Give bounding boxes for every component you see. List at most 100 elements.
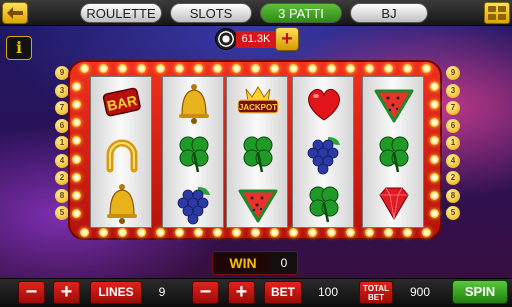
- reel-5: [362, 76, 424, 228]
- win-value: 0: [280, 256, 288, 270]
- marquee-bulb: [288, 227, 298, 237]
- payline-number: 9: [446, 66, 460, 80]
- tab-bj[interactable]: BJ: [350, 3, 428, 23]
- marquee-bulb: [307, 227, 317, 237]
- payline-number: 9: [55, 66, 69, 80]
- payline-number: 6: [446, 118, 460, 133]
- bet-value: 100: [317, 285, 339, 299]
- heart-icon: [298, 81, 350, 125]
- win-label: WIN: [216, 254, 270, 272]
- marquee-bulb: [79, 63, 89, 73]
- marquee-bulb: [231, 227, 241, 237]
- reel-4: [292, 76, 354, 228]
- marquee-bulb: [429, 172, 439, 182]
- lines-plus-button[interactable]: +: [53, 281, 80, 304]
- marquee-bulb: [429, 136, 439, 146]
- payline-number: 3: [55, 83, 69, 98]
- marquee-bulb: [79, 227, 89, 237]
- spin-button[interactable]: SPIN: [452, 280, 508, 304]
- total-bet-value: 900: [409, 285, 431, 299]
- lines-minus-button[interactable]: −: [18, 281, 45, 304]
- info-button[interactable]: i: [6, 36, 32, 60]
- total-bet-label-line1: TOTAL: [363, 284, 389, 293]
- marquee-bulb: [326, 227, 336, 237]
- clover-icon: [232, 131, 284, 175]
- bet-minus-button[interactable]: −: [192, 281, 219, 304]
- diamond-icon: [368, 181, 420, 225]
- marquee-bulb: [288, 63, 298, 73]
- marquee-bulb: [250, 63, 260, 73]
- reel-1: BAR: [90, 76, 152, 228]
- payline-numbers-right: 9 3 7 6 1 4 2 8 5: [446, 66, 460, 220]
- marquee-bulb: [71, 191, 81, 201]
- marquee-bulb: [402, 63, 412, 73]
- bell-icon: [96, 181, 148, 225]
- marquee-bulb: [383, 63, 393, 73]
- marquee-bulb: [212, 63, 222, 73]
- marquee-bulb: [71, 81, 81, 91]
- marquee-bulb: [421, 63, 431, 73]
- marquee-bulb: [383, 227, 393, 237]
- bet-label: BET: [264, 281, 302, 304]
- payline-number: 1: [446, 136, 460, 150]
- marquee-bulb: [269, 63, 279, 73]
- marquee-bulb: [71, 99, 81, 109]
- payline-number: 5: [446, 206, 460, 220]
- payline-number: 4: [55, 153, 69, 168]
- clover-icon: [368, 131, 420, 175]
- marquee-bulb: [231, 63, 241, 73]
- marquee-bulb: [269, 227, 279, 237]
- marquee-bulb: [429, 81, 439, 91]
- payline-number: 5: [55, 206, 69, 220]
- marquee-bulb: [98, 227, 108, 237]
- svg-text:JACKPOT: JACKPOT: [239, 103, 277, 112]
- payline-number: 2: [55, 171, 69, 185]
- marquee-bulb: [250, 227, 260, 237]
- marquee-bulb: [117, 63, 127, 73]
- lines-label: LINES: [90, 281, 142, 304]
- reel-3: JACKPOT: [226, 76, 288, 228]
- payline-number: 8: [55, 188, 69, 203]
- payline-number: 2: [446, 171, 460, 185]
- grapes-icon: [298, 131, 350, 175]
- balance-display: 61.3K: [236, 31, 276, 48]
- clover-icon: [168, 131, 220, 175]
- marquee-bulb: [193, 63, 203, 73]
- marquee-bulb: [136, 63, 146, 73]
- bet-plus-button[interactable]: +: [228, 281, 255, 304]
- chip-icon: [215, 28, 237, 50]
- marquee-bulb: [429, 154, 439, 164]
- total-bet-label-line2: BET: [368, 293, 384, 302]
- marquee-bulb: [429, 118, 439, 128]
- marquee-bulb: [345, 227, 355, 237]
- total-bet-label: TOTAL BET: [359, 281, 393, 304]
- marquee-bulb: [429, 99, 439, 109]
- back-button[interactable]: [2, 2, 28, 24]
- marquee-bulb: [155, 227, 165, 237]
- watermelon-icon: [232, 181, 284, 225]
- marquee-bulb: [136, 227, 146, 237]
- marquee-bulb: [155, 63, 165, 73]
- reel-frame: BAR JACKPOT: [68, 60, 442, 240]
- marquee-bulb: [193, 227, 203, 237]
- marquee-bulb: [71, 172, 81, 182]
- menu-grid-button[interactable]: [484, 2, 510, 24]
- marquee-bulb: [345, 63, 355, 73]
- marquee-bulb: [421, 227, 431, 237]
- bar-icon: BAR: [96, 81, 148, 125]
- payline-numbers-left: 9 3 7 6 1 4 2 8 5: [55, 66, 69, 220]
- payline-number: 4: [446, 153, 460, 168]
- tab-slots[interactable]: SLOTS: [170, 3, 252, 23]
- grapes-icon: [168, 181, 220, 225]
- marquee-bulb: [117, 227, 127, 237]
- jackpot-icon: JACKPOT: [232, 81, 284, 125]
- add-coins-button[interactable]: +: [275, 27, 299, 51]
- marquee-bulb: [71, 136, 81, 146]
- tab-roulette[interactable]: ROULETTE: [80, 3, 162, 23]
- tab-3-patti[interactable]: 3 PATTI: [260, 3, 342, 23]
- payline-number: 6: [55, 118, 69, 133]
- payline-number: 7: [55, 101, 69, 115]
- payline-number: 3: [446, 83, 460, 98]
- lines-value: 9: [158, 285, 166, 299]
- reel-2: [162, 76, 224, 228]
